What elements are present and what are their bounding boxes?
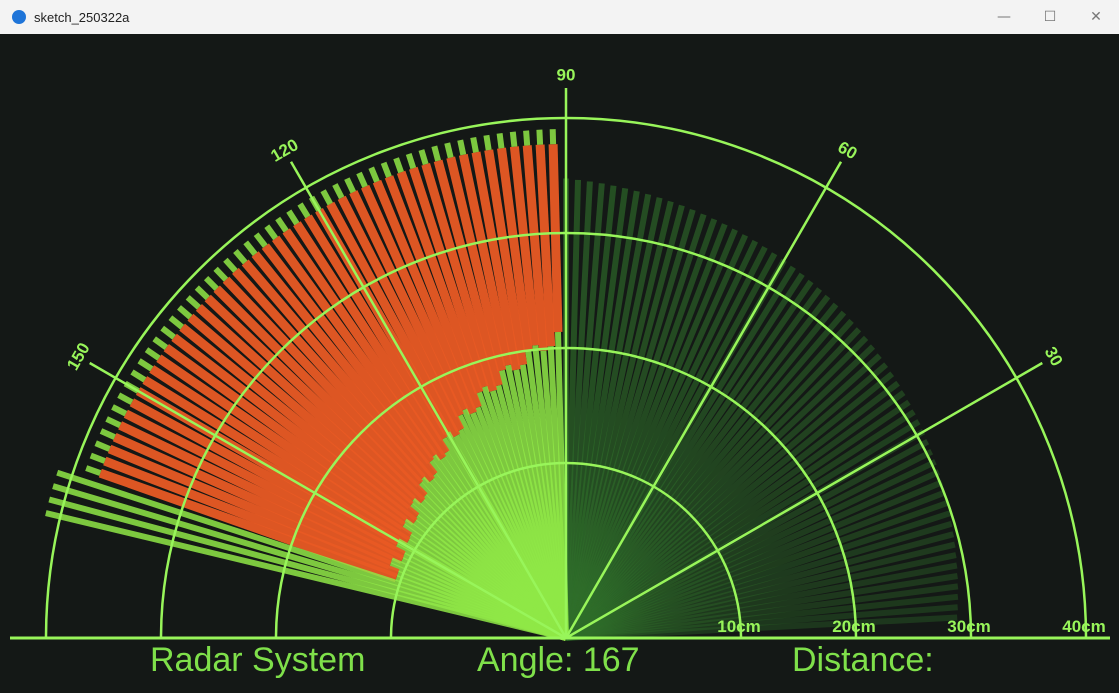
- sweep-line-tip: [496, 133, 505, 149]
- sweep-line-tip: [203, 275, 219, 291]
- angle-label: 60: [835, 137, 861, 163]
- sweep-line-tip: [233, 249, 248, 265]
- angle-label: 150: [63, 339, 94, 373]
- range-label: 40cm: [1062, 617, 1105, 636]
- sweep-line-tip: [130, 369, 147, 383]
- sweep-lines: [45, 129, 959, 641]
- sweep-line-tip: [213, 266, 229, 282]
- sweep-line-tip: [94, 440, 111, 452]
- angle-label: 90: [557, 65, 576, 84]
- angle-label: 120: [267, 135, 301, 166]
- sweep-line-tip: [320, 189, 333, 206]
- sweep-line-tip: [243, 240, 258, 256]
- sweep-line-tip: [297, 202, 311, 219]
- sweep-line-tip: [431, 145, 442, 162]
- sweep-line-tip: [483, 134, 492, 151]
- app-icon: [12, 10, 26, 24]
- sweep-line-tip: [418, 149, 429, 166]
- radar-canvas: 30 60 90 120 150 10cm 20cm 30cm 40cm: [0, 34, 1119, 693]
- sweep-line-tip: [275, 216, 289, 233]
- sweep-line-tip: [137, 358, 154, 372]
- sweep-line-tip: [194, 285, 210, 301]
- sweep-line-tip: [286, 209, 300, 226]
- range-label: 30cm: [947, 617, 990, 636]
- window-title: sketch_250322a: [34, 9, 130, 25]
- sweep-line-tip: [405, 152, 417, 170]
- sweep-line-tip: [393, 157, 404, 174]
- sweep-line-tip: [444, 142, 454, 159]
- window-controls: — ☐ ✕: [981, 0, 1119, 34]
- sweep-line-tip: [160, 325, 176, 340]
- sweep-line-tip: [356, 171, 368, 188]
- sweep-line-tip: [89, 452, 106, 464]
- sweep-line-tip: [168, 315, 184, 330]
- sweep-line-tip: [185, 295, 201, 310]
- maximize-button[interactable]: ☐: [1027, 0, 1073, 34]
- range-label: 20cm: [832, 617, 875, 636]
- sweep-line-tip: [332, 183, 345, 200]
- radar-title: Radar System: [150, 641, 366, 679]
- sweep-line-tip: [523, 130, 531, 146]
- window-titlebar: sketch_250322a — ☐ ✕: [0, 0, 1119, 35]
- sweep-line-tip: [223, 257, 238, 273]
- sweep-line-tip: [253, 232, 268, 248]
- sweep-line-tip: [380, 161, 392, 178]
- sweep-line-tip: [457, 139, 467, 156]
- sweep-line-tip: [111, 404, 128, 417]
- sweep-line-tip: [152, 336, 169, 351]
- sweep-line-tip: [344, 177, 357, 194]
- sweep-line-tip: [117, 392, 134, 405]
- sweep-line-tip: [85, 465, 102, 476]
- distance-readout: Distance:: [792, 641, 934, 679]
- detection-line: [548, 144, 563, 333]
- radar-display: 30 60 90 120 150 10cm 20cm 30cm 40cm: [10, 65, 1110, 641]
- sweep-line-tip: [177, 305, 193, 320]
- minimize-button[interactable]: —: [981, 0, 1027, 34]
- sweep-line-tip: [144, 347, 161, 361]
- sweep-line-tip: [509, 131, 518, 148]
- sweep-line-tip: [536, 129, 544, 145]
- range-label: 10cm: [717, 617, 760, 636]
- close-button[interactable]: ✕: [1073, 0, 1119, 34]
- angle-readout: Angle: 167: [477, 641, 640, 679]
- angle-label: 30: [1041, 344, 1067, 370]
- sweep-line-tip: [368, 166, 380, 183]
- sweep-line-tip: [99, 428, 116, 440]
- sweep-line-tip: [105, 416, 122, 429]
- sweep-line-tip: [470, 136, 479, 153]
- sweep-line-tip: [264, 224, 279, 241]
